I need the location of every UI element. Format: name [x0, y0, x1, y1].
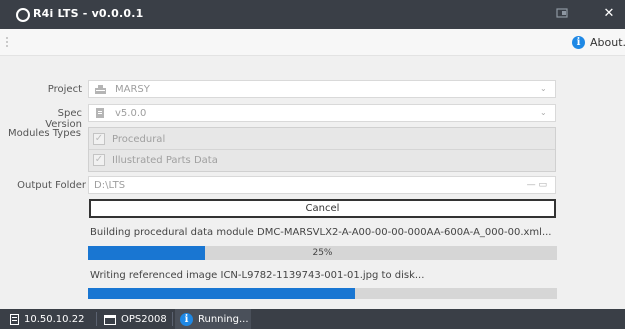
info-icon: i [180, 312, 193, 326]
modules-types-label: Modules Types [8, 128, 81, 139]
server-status: OPS2008 [104, 312, 167, 326]
project-dropdown[interactable]: MARSY ⌄ [88, 80, 556, 98]
task2-progress-bar [88, 288, 557, 299]
status-bar: 10.50.10.22 OPS2008 i Running... [0, 309, 625, 329]
document-icon [96, 108, 104, 118]
server-icon [10, 313, 19, 325]
ip-address: 10.50.10.22 [24, 313, 85, 325]
chevron-down-icon: ⌄ [540, 108, 547, 117]
info-icon: i [572, 35, 585, 49]
about-button[interactable]: i About... [572, 33, 625, 51]
module-procedural[interactable]: ✓ Procedural [93, 133, 165, 145]
run-status: i Running... [180, 312, 249, 326]
server-name: OPS2008 [121, 313, 167, 325]
title-bar: R4i LTS - v0.0.0.1 ✕ [0, 0, 625, 29]
module-procedural-label: Procedural [112, 133, 166, 145]
about-label: About... [590, 35, 625, 49]
task2-status-text: Writing referenced image ICN-L9782-11397… [90, 270, 425, 281]
output-folder-label: Output Folder [17, 180, 86, 191]
status-divider [96, 312, 97, 326]
task1-progress-percent: 25% [312, 248, 333, 258]
spec-version-value: v5.0.0 [115, 107, 147, 119]
checkbox-procedural[interactable]: ✓ [93, 133, 105, 145]
divider [89, 149, 555, 150]
toolbar: i About... [0, 29, 625, 56]
project-label: Project [47, 84, 82, 95]
module-illustrated-parts[interactable]: ✓ Illustrated Parts Data [93, 154, 218, 166]
task1-progress-bar: 25% [88, 246, 557, 260]
browse-folder-icon[interactable]: — ▭ [527, 180, 547, 190]
output-folder-field[interactable]: D:\LTS — ▭ [88, 176, 556, 194]
output-folder-value: D:\LTS [94, 179, 126, 191]
task2-progress-fill [88, 288, 356, 299]
modules-types-list: ✓ Procedural ✓ Illustrated Parts Data [88, 127, 556, 172]
close-button[interactable]: ✕ [601, 6, 617, 22]
status-divider [172, 312, 173, 326]
calendar-icon [104, 314, 116, 325]
spec-version-dropdown[interactable]: v5.0.0 ⌄ [88, 104, 556, 122]
task1-status-text: Building procedural data module DMC-MARS… [90, 227, 552, 238]
cancel-button[interactable]: Cancel [89, 199, 556, 218]
project-icon [95, 85, 106, 94]
grip-icon [6, 37, 8, 47]
module-illustrated-parts-label: Illustrated Parts Data [112, 154, 218, 166]
spec-version-label: Spec Version [45, 108, 82, 130]
chevron-down-icon: ⌄ [540, 84, 547, 93]
project-value: MARSY [115, 83, 150, 95]
checkbox-illustrated-parts[interactable]: ✓ [93, 154, 105, 166]
ip-status: 10.50.10.22 [10, 312, 84, 326]
run-state: Running... [198, 313, 249, 325]
window-title: R4i LTS - v0.0.0.1 [33, 7, 144, 20]
app-logo-icon [16, 8, 30, 22]
pin-icon[interactable] [556, 7, 568, 19]
